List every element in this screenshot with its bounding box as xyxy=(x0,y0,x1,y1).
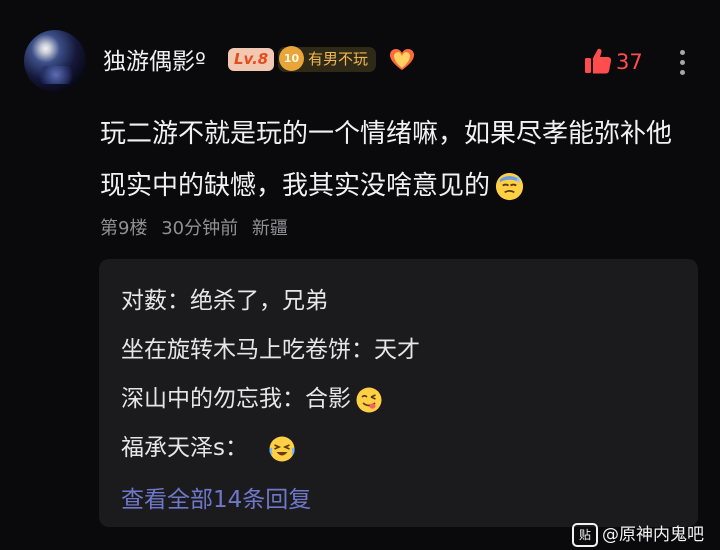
heart-badge-icon xyxy=(390,49,414,70)
tieba-logo-icon: 贴 xyxy=(572,523,598,547)
reply-item[interactable]: 坐在旋转木马上吃卷饼：天才 xyxy=(121,330,420,364)
fan-badge: 10 有男不玩 xyxy=(278,46,377,72)
reply-author[interactable]: 坐在旋转木马上吃卷饼 xyxy=(121,337,351,363)
fan-badge-label: 有男不玩 xyxy=(308,50,369,68)
floor-number: 第9楼 xyxy=(100,218,148,239)
comment-body: 玩二游不就是玩的一个情绪嘛，如果尽孝能弥补他现实中的缺憾，我其实没啥意见的 xyxy=(100,108,690,212)
sweat-face-emoji xyxy=(495,172,524,201)
watermark: 贴 @原神内鬼吧 xyxy=(572,520,704,547)
reply-text: 天才 xyxy=(374,337,420,363)
reply-separator: ： xyxy=(282,386,305,412)
level-badge: Lv.8 xyxy=(228,48,275,71)
more-options-icon[interactable] xyxy=(670,47,694,75)
reply-item[interactable]: 深山中的勿忘我：合影 xyxy=(121,379,383,414)
fan-level-number: 10 xyxy=(279,46,304,71)
username[interactable]: 独游偶影º xyxy=(103,42,206,76)
more-dot xyxy=(679,70,685,75)
like-count: 37 xyxy=(616,50,643,74)
laughing-crying-emoji xyxy=(269,436,295,461)
comment-text: 玩二游不就是玩的一个情绪嘛，如果尽孝能弥补他现实中的缺憾，我其实没啥意见的 xyxy=(100,119,673,201)
reply-item[interactable]: 福承天泽s： xyxy=(121,428,296,463)
reply-author[interactable]: 对薮 xyxy=(121,288,167,314)
reply-separator: ： xyxy=(224,435,248,461)
yum-face-emoji xyxy=(356,387,382,412)
more-dot xyxy=(679,60,685,65)
reply-author[interactable]: 福承天泽s xyxy=(121,435,225,461)
view-all-replies-link[interactable]: 查看全部14条回复 xyxy=(121,480,311,514)
reply-separator: ： xyxy=(351,337,374,363)
comment-meta: 第9楼 30分钟前 新疆 xyxy=(100,214,296,240)
reply-author[interactable]: 深山中的勿忘我 xyxy=(121,386,282,412)
reply-text: 合影 xyxy=(305,386,351,412)
user-avatar[interactable] xyxy=(24,30,86,92)
post-time: 30分钟前 xyxy=(161,218,239,239)
replies-panel: 对薮：绝杀了，兄弟 坐在旋转木马上吃卷饼：天才 深山中的勿忘我：合影 福承天泽s… xyxy=(99,259,698,527)
thumbs-up-icon[interactable] xyxy=(583,46,613,76)
reply-item[interactable]: 对薮：绝杀了，兄弟 xyxy=(121,281,328,315)
reply-text: 绝杀了，兄弟 xyxy=(190,288,328,314)
post-location: 新疆 xyxy=(251,218,288,239)
reply-separator: ： xyxy=(167,288,190,314)
watermark-text: @原神内鬼吧 xyxy=(602,525,704,545)
more-dot xyxy=(679,50,685,55)
